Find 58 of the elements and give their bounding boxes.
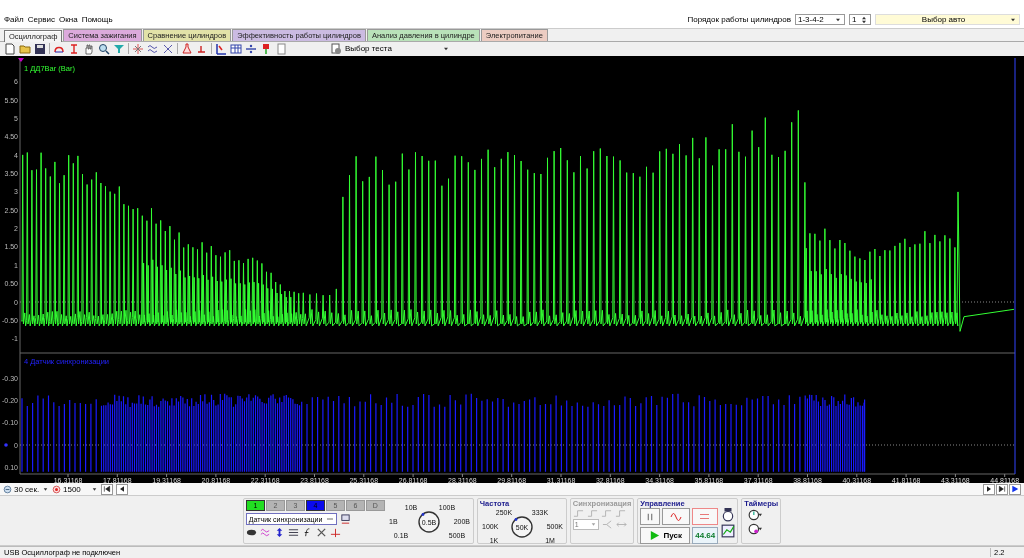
- axis-icon[interactable]: [215, 42, 227, 55]
- knob-pointer-icon: [514, 518, 518, 522]
- flask-icon[interactable]: [181, 42, 193, 55]
- divide-icon[interactable]: [245, 42, 257, 55]
- rising-edge-icon: [572, 508, 584, 520]
- voltage-knob: [418, 511, 440, 533]
- menu-item[interactable]: Сервис: [27, 15, 56, 25]
- marker-icon[interactable]: [68, 42, 80, 55]
- document-icon[interactable]: [4, 42, 16, 55]
- menu-item[interactable]: Помощь: [81, 15, 113, 25]
- trigger-icon[interactable]: [329, 527, 341, 539]
- time-window-select[interactable]: 30 сек.: [3, 484, 49, 495]
- caret-icon: [42, 485, 49, 493]
- pulse-icon: [600, 508, 612, 520]
- rewind-start-button[interactable]: [101, 483, 113, 495]
- zoom-out-icon: [3, 484, 12, 494]
- table-icon[interactable]: [230, 42, 242, 55]
- play-icon: [648, 530, 660, 542]
- start-button[interactable]: Пуск: [640, 527, 691, 545]
- slope-icon: [614, 508, 626, 520]
- knob-pointer-icon: [421, 513, 425, 517]
- spin-arrows-icon: [860, 15, 868, 24]
- hand-icon[interactable]: [83, 42, 95, 55]
- points-select[interactable]: 1500: [52, 484, 98, 495]
- step-forward-icon: [985, 485, 993, 494]
- zoom-icon[interactable]: [98, 42, 110, 55]
- timer-icon[interactable]: [721, 508, 736, 523]
- pin-icon[interactable]: [260, 42, 272, 55]
- lines-icon[interactable]: [287, 527, 299, 539]
- cylinder-spin-field[interactable]: 1: [849, 14, 871, 26]
- sine-button[interactable]: [662, 508, 691, 526]
- pause-button[interactable]: [640, 508, 661, 526]
- counter-display: 44.64: [692, 527, 719, 545]
- play-button[interactable]: [1009, 483, 1021, 495]
- record-icon: [52, 484, 61, 494]
- frequency-knob: [511, 516, 533, 538]
- step-back-icon: [118, 485, 126, 494]
- menu-item[interactable]: Файл: [4, 15, 24, 25]
- car-select[interactable]: Выбор авто: [875, 14, 1020, 26]
- gear-document-icon: [330, 42, 342, 55]
- field-label: Порядок работы цилиндров: [687, 15, 791, 25]
- step-back-button[interactable]: [116, 483, 128, 495]
- chart-icon[interactable]: [721, 524, 736, 539]
- zero-marker-icon: [4, 443, 8, 447]
- cylinder-order-select[interactable]: 1-3-4-2: [795, 14, 845, 26]
- skip-end-icon: [998, 485, 1006, 494]
- caret-icon: [91, 485, 98, 493]
- test-select[interactable]: Выбор теста: [330, 42, 450, 55]
- falling-edge-icon: [586, 508, 598, 520]
- menu-item[interactable]: Окна: [59, 15, 78, 25]
- step-forward-button[interactable]: [983, 483, 995, 495]
- play-icon: [1011, 485, 1019, 494]
- caret-icon: [589, 521, 597, 529]
- split-icon: [601, 519, 613, 531]
- rewind-start-icon: [103, 485, 111, 494]
- skip-end-button[interactable]: [996, 483, 1008, 495]
- sensor-swap-icon[interactable]: [339, 513, 351, 525]
- save-icon[interactable]: [34, 42, 46, 55]
